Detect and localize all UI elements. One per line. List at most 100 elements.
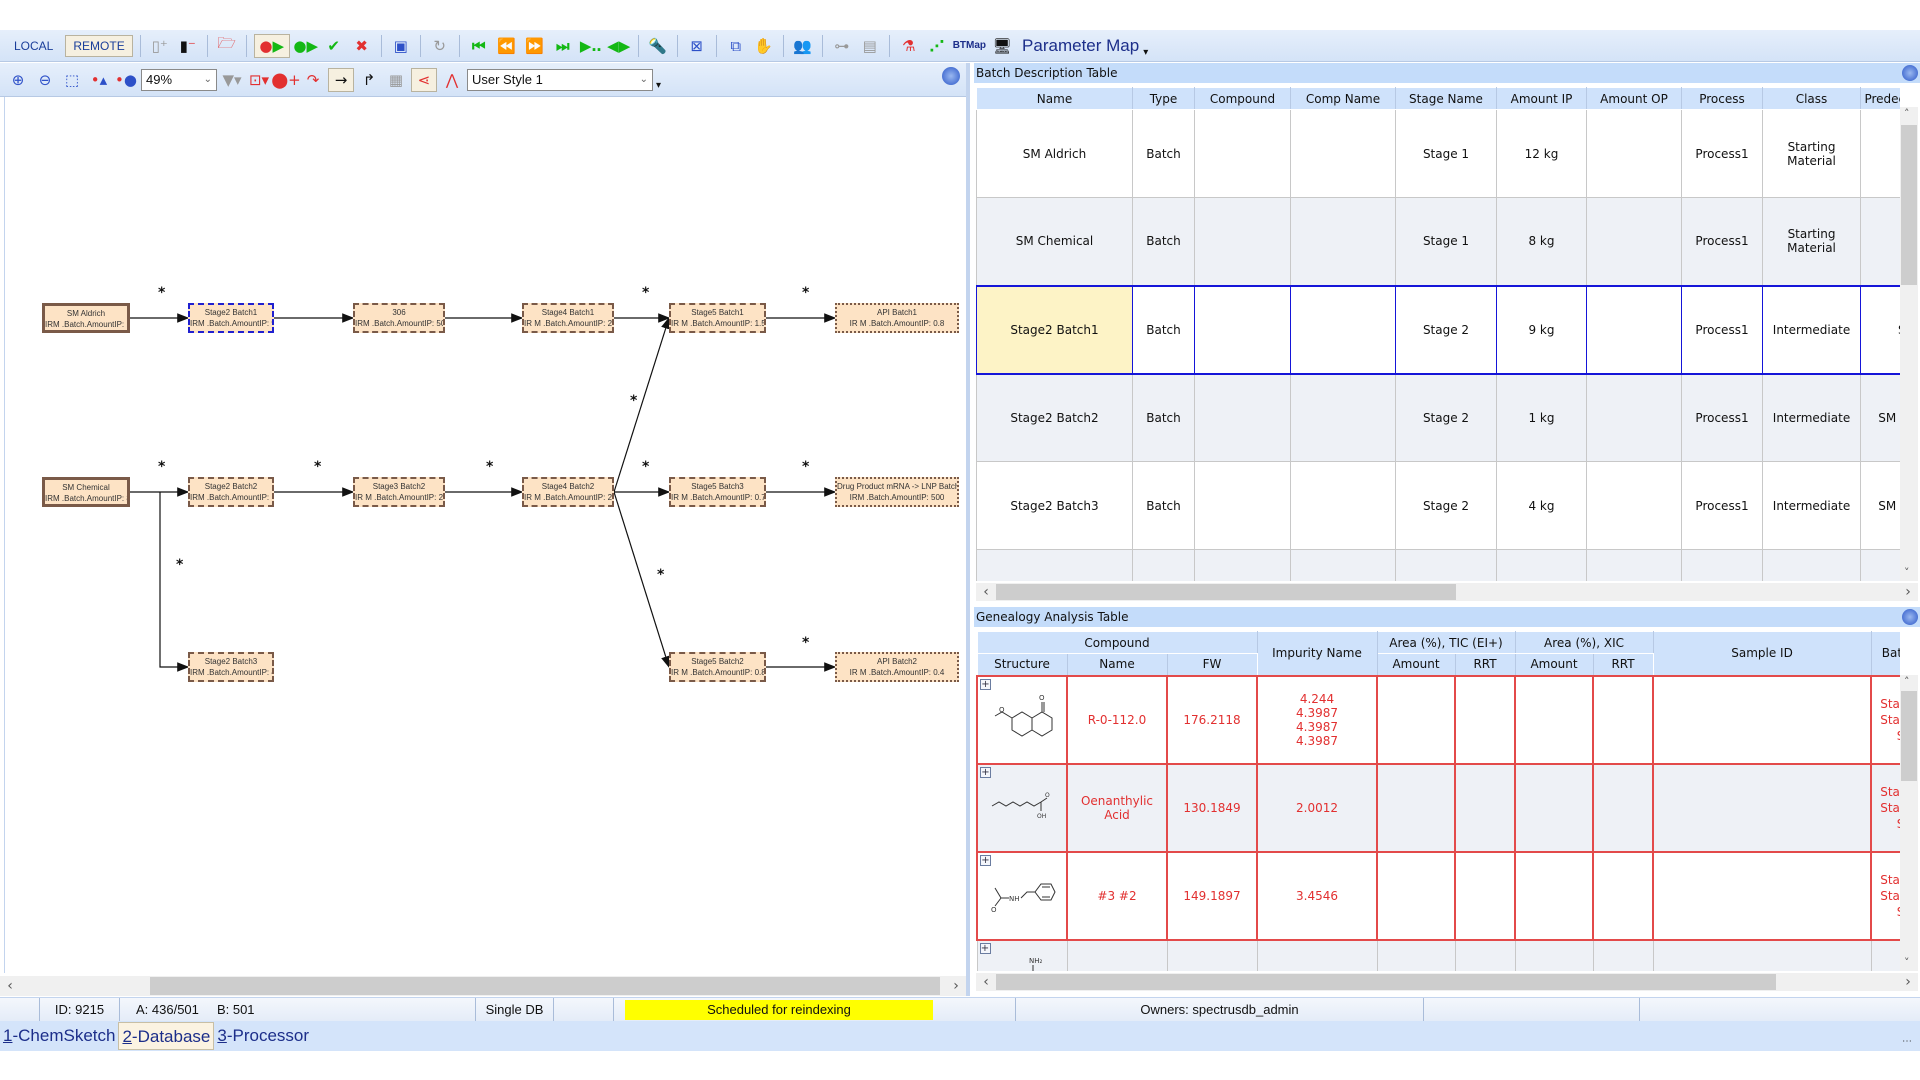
network-layout-icon[interactable]: ⋖ [411,67,437,92]
scroll-up-icon[interactable]: ˄ [1904,107,1910,120]
tic-rrt-header[interactable]: RRT [1454,653,1516,676]
batch-cell[interactable] [1586,461,1682,550]
batch-cell[interactable] [1586,109,1682,198]
batch-cell[interactable] [1290,284,1396,375]
expand-icon[interactable]: + [980,854,991,866]
cancel-icon[interactable]: ✖ [350,34,374,58]
scroll-down-icon[interactable]: ˅ [1904,956,1910,969]
batch-col-header[interactable]: Compound [1194,87,1291,110]
parameter-map-button[interactable]: Parameter Map [1022,36,1139,56]
batch-node[interactable]: Stage2 Batch1 IRM .Batch.AmountIP: 9 [188,303,274,333]
batch-cell[interactable] [1290,549,1396,581]
previous-icon[interactable]: ⏪ [495,34,519,58]
batch-col-header[interactable]: Process [1681,87,1763,110]
batch-col-header[interactable]: Stage Name [1395,87,1497,110]
genealogy-cell-sample[interactable] [1652,939,1872,971]
xic-amount-header[interactable]: Amount [1514,653,1594,676]
tab-processor[interactable]: 3-Processor [214,1022,312,1050]
atoms-icon[interactable]: • ● [114,68,138,92]
scroll-thumb[interactable] [1901,691,1917,781]
batch-cell[interactable]: Stage2 Batch1 [976,284,1133,375]
expand-icon[interactable]: + [980,766,991,778]
genealogy-cell-xic-rrt[interactable] [1592,850,1655,941]
batch-cell[interactable] [1586,373,1682,462]
batch-cell[interactable] [1586,549,1682,581]
first-icon[interactable]: ⏮ [467,34,491,58]
batch-cell[interactable] [1194,461,1291,550]
genealogy-cell-xic-rrt[interactable] [1592,762,1655,853]
genealogy-table-row[interactable]: + O OH Oenanthylic Acid 130.1849 2.0012 Sta Ba… [976,762,1900,853]
expand-icon[interactable]: + [980,678,991,690]
genealogy-cell-sample[interactable] [1652,762,1873,853]
impurity-name-header[interactable]: Impurity Name [1256,631,1378,676]
scroll-down-icon[interactable]: ˅ [1904,566,1910,579]
filter-icon[interactable]: ▼▾ [220,68,244,92]
structure-search-icon[interactable]: ⚗ [897,34,921,58]
report-icon[interactable]: ▣ [389,34,413,58]
batch-cell[interactable]: 1 kg [1496,373,1587,462]
orthogonal-arrow-icon[interactable]: ↱ [357,68,381,92]
genealogy-cell-fw[interactable] [1166,939,1258,971]
batch-cell[interactable]: Process1 [1681,461,1763,550]
hand-icon[interactable]: ✋ [752,34,776,58]
genealogy-cell-structure[interactable]: + NH₂ [976,939,1068,971]
batch-cell[interactable]: Starting Material [1762,197,1861,286]
genealogy-cell-name[interactable]: R-0-112.0 [1066,674,1168,765]
grid-icon[interactable]: ▦ [384,68,408,92]
genealogy-cell-tic-rrt[interactable] [1454,762,1517,853]
batch-cell[interactable]: Process1 [1681,109,1763,198]
remote-button[interactable]: REMOTE [65,34,133,57]
resize-grip-icon[interactable]: ⋯ [1902,1036,1912,1047]
genealogy-cell-batch[interactable]: Sta Bat Sta Bat Stag [1870,850,1900,941]
fw-header[interactable]: FW [1166,653,1258,676]
scroll-right-icon[interactable]: › [1898,974,1918,990]
batch-cell[interactable] [1194,197,1291,286]
batch-node[interactable]: Drug Product mRNA -> LNP Batch IRM .Batch… [835,477,959,507]
run-icon[interactable]: ●▶ [293,34,318,58]
batch-table-row[interactable]: Stage2 Batch2 Batch Stage 21 kg Process1 Int… [976,373,1900,462]
scroll-up-icon[interactable]: ˄ [1904,675,1910,688]
scroll-right-icon[interactable]: › [946,978,966,994]
btmap-icon[interactable]: ⋰ [925,34,949,58]
batch-cell[interactable]: SM [1860,284,1900,375]
batch-cell[interactable]: 8 kg [1496,197,1587,286]
expand-icon[interactable]: + [979,942,991,954]
batch-cell[interactable]: SM Aldrich [976,109,1133,198]
batch-node[interactable]: Stage3 Batch2 IR M .Batch.AmountIP: 2.5 [353,477,445,507]
genealogy-cell-sample[interactable] [1652,850,1873,941]
genealogy-cell-impurity[interactable]: 3.4546 [1256,850,1379,941]
users-icon[interactable]: 👥 [791,34,815,58]
batch-cell[interactable] [1132,549,1195,581]
last-icon[interactable]: ⏭ [551,34,575,58]
batch-cell[interactable] [1586,197,1682,286]
open-folder-icon[interactable]: 🗁 [215,34,239,58]
genealogy-cell-fw[interactable]: 176.2118 [1165,674,1259,765]
genealogy-cell-batch[interactable]: Sta Bat Sta Bat Stag [1870,762,1900,853]
batch-node[interactable]: Stage5 Batch2 IR M .Batch.AmountIP: 0.8 [669,652,766,682]
genealogy-cell-impurity[interactable] [1256,939,1378,971]
next-icon[interactable]: ⏩ [523,34,547,58]
zoom-out-icon[interactable]: ⊖ [33,68,57,92]
genealogy-cell-xic-amount[interactable] [1514,674,1595,765]
filter-all-icon[interactable]: 🔦 [646,34,670,58]
tree-layout-icon[interactable]: ⋀ [440,68,464,92]
batch-col-header[interactable]: Amount IP [1496,87,1587,110]
navigate-icon[interactable]: ◀▶ [607,34,631,58]
genealogy-cell-structure[interactable]: + O OH [976,762,1068,853]
batch-cell[interactable]: 9 kg [1496,284,1587,375]
batch-cell[interactable] [1290,461,1396,550]
batch-cell[interactable] [1860,549,1900,581]
record-run-icon[interactable]: ● ▶ [253,33,290,58]
delete-query-icon[interactable]: ⊠ [685,34,709,58]
batch-table-row[interactable]: SM Aldrich Batch Stage 1 12 kg Process1 Start… [976,109,1900,198]
batch-table-row[interactable]: Stage2 Batch1 Batch Stage 29 kg Process1 Int… [976,284,1900,375]
batch-cell[interactable]: Stage 2 [1395,284,1497,375]
batch-node[interactable]: API Batch2 IR M .Batch.AmountIP: 0.4 [835,652,959,682]
genealogy-cell-batch[interactable]: Sta Bat Sta Bat Stag [1870,674,1900,765]
genealogy-cell-tic-rrt[interactable] [1454,939,1516,971]
batch-header[interactable]: Batch [1870,631,1900,676]
structure-header[interactable]: Structure [976,653,1068,676]
batch-node[interactable]: Stage2 Batch2 IRM .Batch.AmountIP: 1 [188,477,274,507]
batch-cell[interactable] [1860,197,1900,286]
pin-icon[interactable] [942,67,960,85]
